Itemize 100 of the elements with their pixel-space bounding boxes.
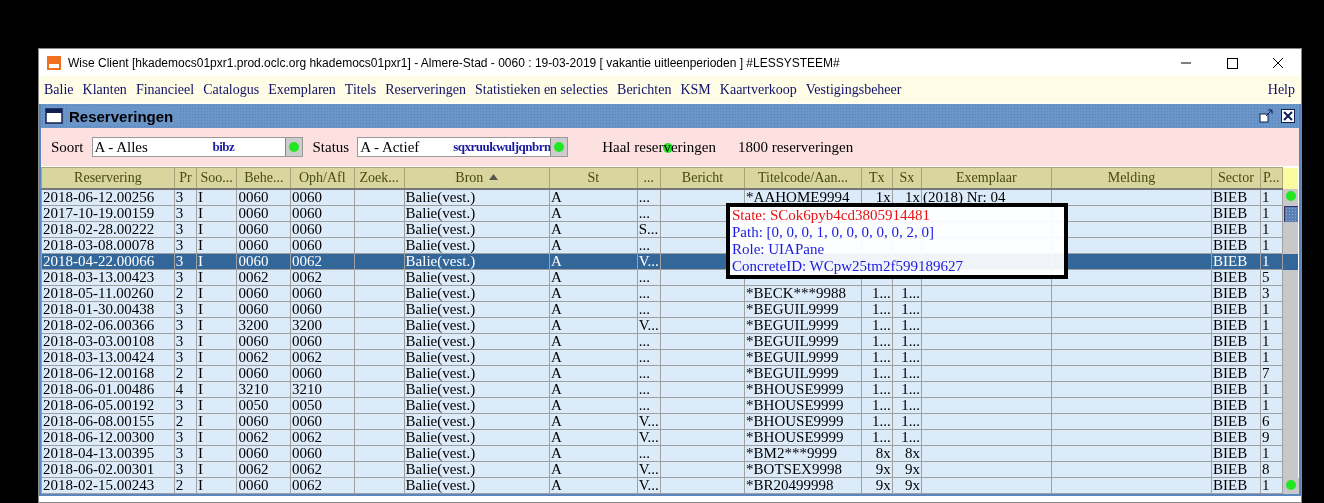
table-cell: A xyxy=(551,445,562,461)
table-cell: 3 xyxy=(175,445,184,461)
menu-item[interactable]: Berichten xyxy=(617,81,672,98)
column-header[interactable]: Reservering xyxy=(41,167,175,189)
column-header[interactable]: ... xyxy=(637,167,661,189)
detach-icon[interactable] xyxy=(1259,109,1273,123)
column-header[interactable]: Titelcode/Aan... xyxy=(744,167,862,189)
table-cell: 1 xyxy=(1261,253,1270,269)
table-cell: A xyxy=(551,333,562,349)
column-header[interactable]: Sx xyxy=(892,167,922,189)
table-row[interactable]: 2018-03-03.00108 3 I 0060 0060 Balie(vest.) A ... *BEGUIL9999 1... 1... BIEB 1 xyxy=(41,333,1299,350)
table-row[interactable]: 2018-06-02.00301 3 I 0062 0062 Balie(vest.) A V... *BOTSEX9998 9x 9x BIEB 8 xyxy=(41,461,1299,478)
table-cell: 0060 xyxy=(292,365,323,381)
table-row[interactable]: 2018-06-05.00192 3 I 0050 0050 Balie(vest.) A ... *BHOUSE9999 1... 1... BIEB 1 xyxy=(41,397,1299,414)
table-cell: Balie(vest.) xyxy=(405,221,476,237)
table-cell: I xyxy=(198,333,204,349)
table-cell: 0062 xyxy=(238,429,269,445)
table-cell: 1 xyxy=(1261,301,1270,317)
table-cell: Balie(vest.) xyxy=(405,237,476,253)
menu-item[interactable]: Vestigingsbeheer xyxy=(805,81,902,98)
menu-item[interactable]: Financieel xyxy=(135,81,195,98)
table-cell: BIEB xyxy=(1213,477,1248,493)
dropdown[interactable]: A - Alles bibz xyxy=(91,137,303,157)
table-row[interactable]: 2018-06-12.00168 2 I 0060 0060 Balie(vest.) A ... *BEGUIL9999 1... 1... BIEB 7 xyxy=(41,365,1299,382)
table-row[interactable]: 2018-05-11.00260 2 I 0060 0060 Balie(vest.) A ... *BECK***9988 1... 1... BIEB 3 xyxy=(41,285,1299,302)
frame-title: Reserveringen xyxy=(69,107,180,125)
table-cell: A xyxy=(551,301,562,317)
table-row[interactable]: 2018-04-13.00395 3 I 0060 0060 Balie(vest.) A ... *BM2***9999 8x 8x BIEB 1 xyxy=(41,445,1299,462)
column-header[interactable]: Behe... xyxy=(236,167,291,189)
table-row[interactable]: 2018-06-01.00486 4 I 3210 3210 Balie(vest.) A ... *BHOUSE9999 1... 1... BIEB 1 xyxy=(41,381,1299,398)
table-cell: I xyxy=(198,477,204,493)
table-cell: 9 xyxy=(1261,429,1270,445)
table-cell: Balie(vest.) xyxy=(405,413,476,429)
table-cell: 3210 xyxy=(292,381,323,397)
table-cell: 0060 xyxy=(238,205,269,221)
table-row[interactable]: 2018-06-12.00256 3 I 0060 0060 Balie(vest.) A ... *AAHOME9994 1x 1x (2018) Nr: 04 BIEB 1 xyxy=(41,189,1299,206)
help-menu[interactable]: Help xyxy=(1267,81,1295,98)
table-cell: BIEB xyxy=(1213,301,1248,317)
table-cell: 1 xyxy=(1261,205,1270,221)
table-cell: 0060 xyxy=(238,365,269,381)
column-header[interactable]: Melding xyxy=(1051,167,1212,189)
table-row[interactable]: 2018-02-15.00243 2 I 0060 0062 Balie(vest.) A V... *BR20499998 9x 9x BIEB 1 xyxy=(41,477,1299,494)
column-header[interactable]: St xyxy=(549,167,638,189)
menu-item[interactable]: Statistieken en selecties xyxy=(475,81,609,98)
table-cell: ... xyxy=(638,237,650,253)
menu-item[interactable]: Balie xyxy=(44,81,74,98)
table-cell: BIEB xyxy=(1213,269,1248,285)
table-row[interactable]: 2018-01-30.00438 3 I 0060 0060 Balie(vest.) A ... *BEGUIL9999 1... 1... BIEB 1 xyxy=(41,301,1299,318)
menu-item[interactable]: Catalogus xyxy=(203,81,260,98)
table-cell: BIEB xyxy=(1213,285,1248,301)
table-row[interactable]: 2018-06-12.00300 3 I 0062 0062 Balie(vest.) A V... *BHOUSE9999 1... 1... BIEB 9 xyxy=(41,429,1299,446)
menu-item[interactable]: Kaartverkoop xyxy=(719,81,797,98)
table-cell: 3200 xyxy=(292,317,323,333)
column-header[interactable]: Bericht xyxy=(660,167,745,189)
table-row[interactable]: 2018-03-13.00424 3 I 0062 0062 Balie(vest.) A ... *BEGUIL9999 1... 1... BIEB 1 xyxy=(41,349,1299,366)
table-cell: I xyxy=(198,413,204,429)
table-cell: 1... xyxy=(872,333,891,349)
column-header[interactable]: Exemplaar xyxy=(921,167,1052,189)
table-cell: 0060 xyxy=(292,285,323,301)
column-header[interactable]: Bron xyxy=(404,167,550,189)
table-cell: *BEGUIL9999 xyxy=(746,317,839,333)
table-cell: 1x xyxy=(875,189,891,205)
close-icon[interactable] xyxy=(1281,109,1295,123)
menu-item[interactable]: Klanten xyxy=(82,81,127,98)
dropdown-button[interactable] xyxy=(284,138,302,156)
column-header[interactable]: Pr xyxy=(174,167,197,189)
table-cell: A xyxy=(551,349,562,365)
table-row[interactable]: 2018-02-06.00366 3 I 3200 3200 Balie(vest.) A V... *BEGUIL9999 1... 1... BIEB 1 xyxy=(41,317,1299,334)
menu-item[interactable]: Reserveringen xyxy=(385,81,467,98)
table-cell: 3 xyxy=(175,301,184,317)
table-cell: BIEB xyxy=(1213,333,1248,349)
table-cell: ... xyxy=(638,381,650,397)
dropdown[interactable]: A - Actief sqxruukwuljqnbrn xyxy=(357,137,569,157)
annotation-tag: bibz xyxy=(212,139,235,155)
column-header[interactable]: Zoek... xyxy=(354,167,405,189)
table-cell: A xyxy=(551,285,562,301)
table-cell: BIEB xyxy=(1213,221,1248,237)
column-header[interactable]: Sector xyxy=(1211,167,1261,189)
table-cell: ... xyxy=(638,285,650,301)
table-cell: 1 xyxy=(1261,333,1270,349)
table-cell: 2018-04-22.00066 xyxy=(43,253,155,269)
column-header[interactable]: P... xyxy=(1260,167,1283,189)
menu-item[interactable]: Exemplaren xyxy=(268,81,336,98)
table-row[interactable]: 2018-06-08.00155 2 I 0060 0060 Balie(vest.) A V... *BHOUSE9999 1... 1... BIEB 6 xyxy=(41,413,1299,430)
table-cell: 2018-03-03.00108 xyxy=(43,333,155,349)
table-cell: 3 xyxy=(175,253,184,269)
table-cell: 1... xyxy=(872,381,891,397)
table-cell: ... xyxy=(638,397,650,413)
table-cell: A xyxy=(551,397,562,413)
table-cell: 0062 xyxy=(292,429,323,445)
filter-label: Soort xyxy=(51,138,84,156)
table-cell: Balie(vest.) xyxy=(405,269,476,285)
table-cell: 2 xyxy=(175,477,184,493)
table-cell: Balie(vest.) xyxy=(405,253,476,269)
column-header[interactable]: Soo... xyxy=(196,167,237,189)
table-cell: *BEGUIL9999 xyxy=(746,365,839,381)
menu-item[interactable]: KSM xyxy=(680,81,711,98)
column-header[interactable]: Oph/Afl xyxy=(290,167,354,189)
column-header[interactable]: Tx xyxy=(861,167,893,189)
menu-item[interactable]: Titels xyxy=(344,81,377,98)
